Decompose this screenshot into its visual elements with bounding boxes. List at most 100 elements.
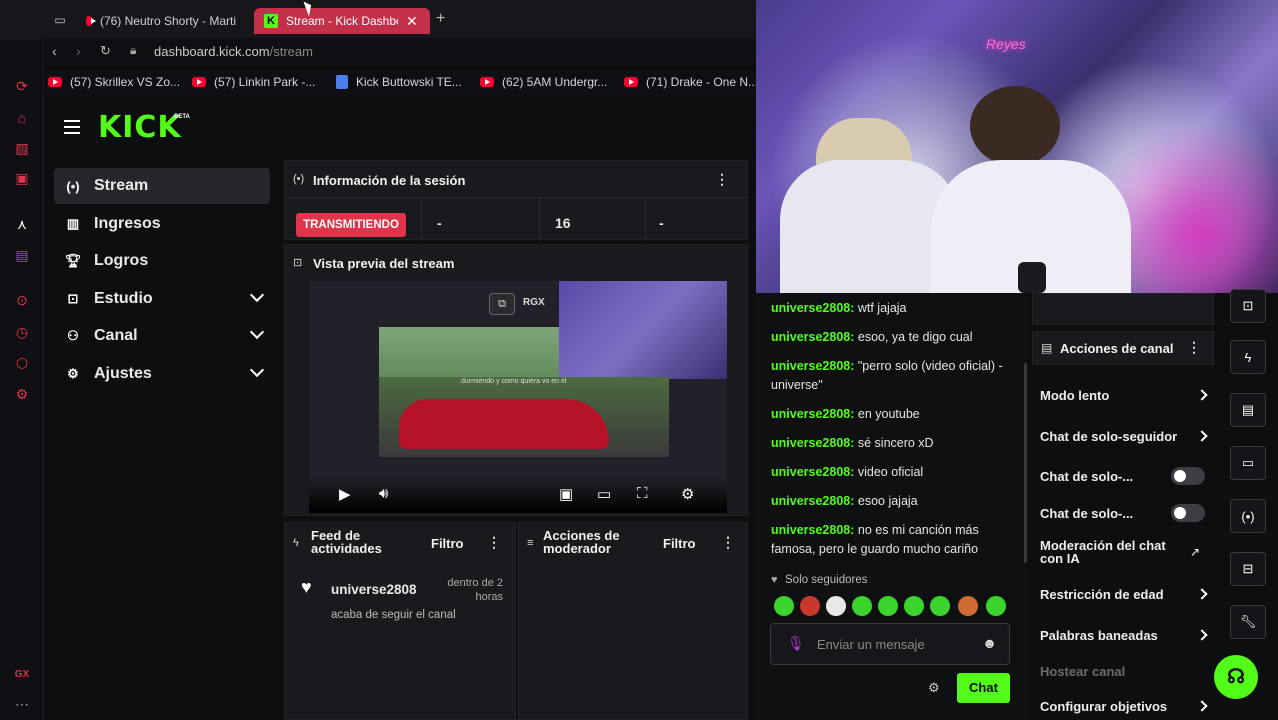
panel-title: Acciones de canal xyxy=(1060,341,1174,356)
player-icon[interactable]: ⊙ xyxy=(12,290,32,310)
clip-icon[interactable]: ⊡ xyxy=(1230,289,1266,323)
volume-icon[interactable]: 🔊︎ xyxy=(379,485,388,502)
action-goals[interactable]: Configurar objetivos xyxy=(1040,699,1208,714)
nav-ajustes[interactable]: ⚙ Ajustes xyxy=(54,356,270,392)
close-tab-icon[interactable]: ✕ xyxy=(406,13,418,30)
channel-icon: ⚇ xyxy=(67,328,79,343)
toggle-switch[interactable] xyxy=(1171,467,1205,485)
action-ai-moderation[interactable]: Moderación del chat con IA xyxy=(1040,539,1180,565)
channel-actions-panel: ▤ Acciones de canal ⋮ Modo lento Chat de… xyxy=(1028,293,1218,720)
bookmark-item[interactable]: (71) Drake - One N... xyxy=(624,75,758,89)
more-options-icon[interactable]: ⋮ xyxy=(721,534,735,551)
actions-icon: ▤ xyxy=(1041,341,1053,355)
emote-icon[interactable] xyxy=(958,596,978,616)
support-icon[interactable]: ☊ xyxy=(1214,655,1258,699)
pip-icon[interactable]: ▣ xyxy=(559,485,573,503)
bookmark-item[interactable]: (57) Skrillex VS Zo... xyxy=(48,75,180,89)
settings-icon[interactable]: ⚙ xyxy=(12,384,32,404)
emote-icon[interactable] xyxy=(878,596,898,616)
emote-icon[interactable] xyxy=(800,596,820,616)
action-followers-chat[interactable]: Chat de solo-seguidor xyxy=(1040,429,1186,444)
hamburger-menu-icon[interactable] xyxy=(64,120,80,134)
nav-stream[interactable]: (•) Stream xyxy=(54,168,270,204)
tab-bar: ▭ (76) Neutro Shorty - Marti K Stream - … xyxy=(0,0,756,40)
tab-menu-icon[interactable]: ▭ xyxy=(50,10,70,30)
viewer-count: 16 xyxy=(555,215,571,231)
url-field[interactable]: dashboard.kick.com/stream xyxy=(154,44,313,59)
bookmark-item[interactable]: (57) Linkin Park -... xyxy=(192,75,315,89)
chat-icon[interactable]: ▭ xyxy=(1230,446,1266,480)
send-chat-button[interactable]: Chat xyxy=(957,673,1010,703)
action-label: Chat de solo-seguidor xyxy=(1040,429,1178,444)
tab-youtube[interactable]: (76) Neutro Shorty - Marti xyxy=(76,8,246,34)
tab-kick-dashboard[interactable]: K Stream - Kick Dashbo ✕ xyxy=(254,8,430,34)
bookmarks-bar: (57) Skrillex VS Zo... (57) Linkin Park … xyxy=(44,70,758,96)
forward-icon[interactable]: › xyxy=(76,43,81,59)
back-icon[interactable]: ‹ xyxy=(52,43,57,59)
stream-preview-video[interactable]: durmiendo y como quiera vo en el ⧉ RGX ▶… xyxy=(309,281,727,513)
popout-icon[interactable]: ⧉ xyxy=(489,293,515,315)
bookmark-label: (71) Drake - One N... xyxy=(646,75,759,89)
nav-canal[interactable]: ⚇ Canal xyxy=(54,318,270,354)
emote-icon[interactable] xyxy=(986,596,1006,616)
aria-icon[interactable]: ⌂ xyxy=(12,108,32,128)
chat-message: universe2808: esoo jajaja xyxy=(771,492,1011,511)
emote-icon[interactable] xyxy=(774,596,794,616)
emote-icon[interactable] xyxy=(904,596,924,616)
nav-label: Ajustes xyxy=(94,365,152,382)
app-icon[interactable]: ⋏ xyxy=(12,214,32,234)
more-options-icon[interactable]: ⋮ xyxy=(487,534,501,551)
more-options-icon[interactable]: ⋮ xyxy=(715,171,729,188)
emoji-icon[interactable]: ☻ xyxy=(982,635,997,651)
emote-icon[interactable] xyxy=(930,596,950,616)
kick-favicon-icon: K xyxy=(264,14,278,28)
messenger-icon[interactable]: ▣ xyxy=(12,168,32,188)
play-icon[interactable]: ▶ xyxy=(339,485,351,503)
history-icon[interactable]: ◷ xyxy=(12,322,32,342)
emote-icon[interactable] xyxy=(826,596,846,616)
chevron-right-icon xyxy=(1196,430,1208,442)
microphone-icon[interactable]: 🎙︎ xyxy=(787,635,805,652)
mod-actions-panel: ≡ Acciones de moderador Filtro ⋮ xyxy=(518,522,748,720)
action-banned-words[interactable]: Palabras baneadas xyxy=(1040,628,1208,643)
kick-logo[interactable]: KICK xyxy=(98,110,182,145)
nav-estudio[interactable]: ⊡ Estudio xyxy=(54,281,270,317)
filter-button[interactable]: Filtro xyxy=(663,536,696,551)
nav-ingresos[interactable]: ▥ Ingresos xyxy=(54,206,270,242)
chat-username: universe2808: xyxy=(771,407,855,421)
action-age-restriction[interactable]: Restricción de edad xyxy=(1040,587,1208,602)
layout-icon[interactable]: ⊟ xyxy=(1230,552,1266,586)
chat-scrollbar[interactable] xyxy=(1024,363,1027,563)
theater-icon[interactable]: ▭ xyxy=(597,485,611,503)
chat-username: universe2808: xyxy=(771,359,855,373)
broadcast-icon[interactable]: (•) xyxy=(1230,499,1266,533)
kick-dashboard: KICK BETA (•) Stream ▥ Ingresos 🏆︎ Logros ⊡… xyxy=(44,96,756,720)
nav-logros[interactable]: 🏆︎ Logros xyxy=(54,243,270,279)
broadcast-icon: (•) xyxy=(66,178,80,194)
extensions-icon[interactable]: ⬡ xyxy=(12,353,32,373)
wrench-icon[interactable]: 🔧︎ xyxy=(1230,605,1266,639)
new-tab-icon[interactable]: + xyxy=(436,10,445,28)
emote-icon[interactable] xyxy=(852,596,872,616)
fullscreen-icon[interactable]: ⛶ xyxy=(637,485,648,502)
bookmark-item[interactable]: (62) 5AM Undergr... xyxy=(480,75,607,89)
more-options-icon[interactable]: ⋮ xyxy=(1187,339,1201,356)
more-icon[interactable]: ⋯ xyxy=(12,694,32,714)
action-slow-mode[interactable]: Modo lento xyxy=(1040,388,1208,403)
reload-icon[interactable]: ↻ xyxy=(100,43,111,59)
feed-username[interactable]: universe2808 xyxy=(331,582,417,597)
notes-icon[interactable]: ▤ xyxy=(1230,393,1266,427)
chat-message: universe2808: video oficial xyxy=(771,463,1011,482)
chat-settings-icon[interactable]: ⚙ xyxy=(928,680,940,696)
chat-text: esoo jajaja xyxy=(854,494,918,508)
toggle-switch[interactable] xyxy=(1171,504,1205,522)
twitch-icon[interactable]: ▤ xyxy=(12,245,32,265)
news-icon[interactable]: ▧ xyxy=(12,138,32,158)
panel-title: Vista previa del stream xyxy=(313,256,455,271)
bookmark-item[interactable]: Kick Buttowski TE... xyxy=(336,75,462,89)
filter-button[interactable]: Filtro xyxy=(431,536,464,551)
settings-icon[interactable]: ⚙ xyxy=(681,485,694,503)
chat-input[interactable]: 🎙︎ Enviar un mensaje ☻ xyxy=(770,623,1010,665)
bolt-icon[interactable]: ϟ xyxy=(1230,340,1266,374)
speed-dial-icon[interactable]: ⟳ xyxy=(12,76,32,96)
